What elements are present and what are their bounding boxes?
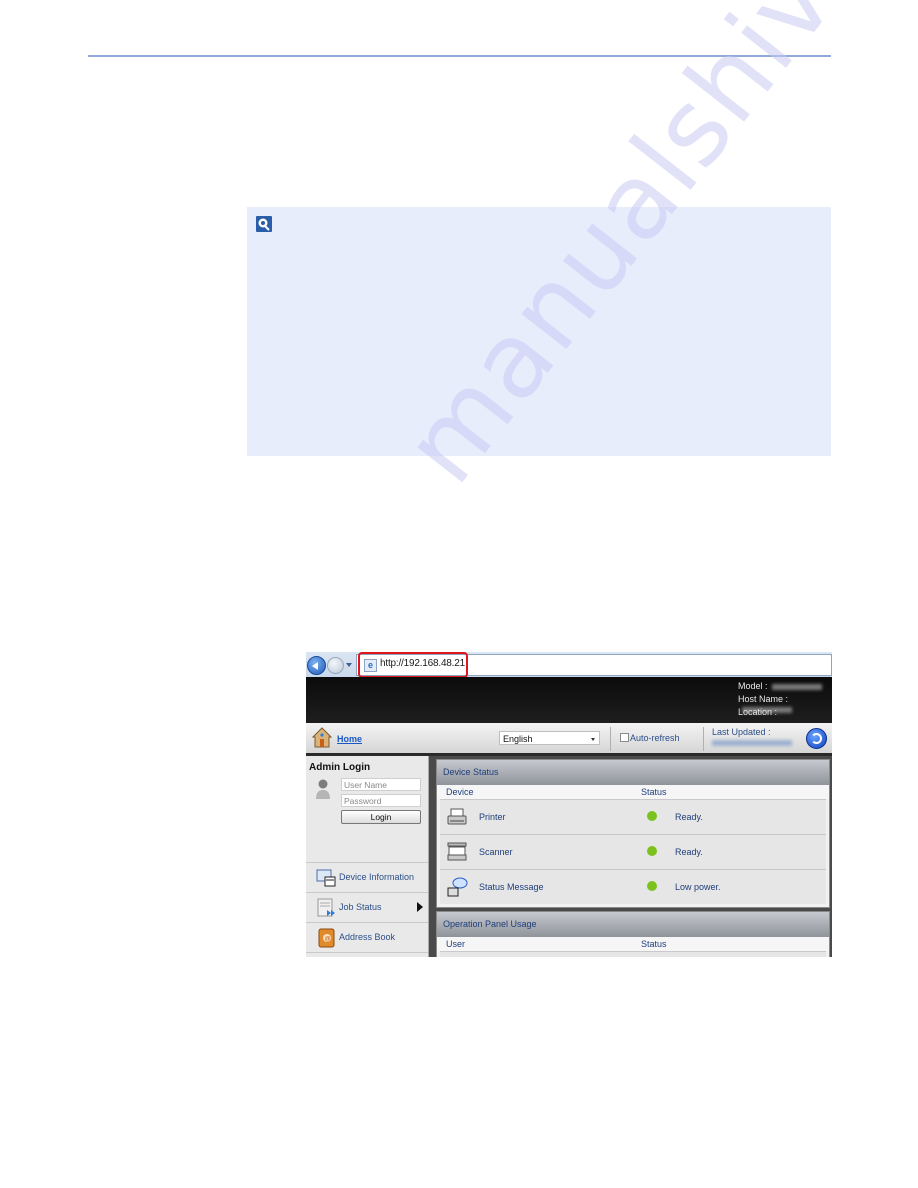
device-status: Low power.: [675, 882, 721, 892]
auto-refresh-toggle[interactable]: Auto-refresh: [620, 733, 680, 743]
host-label: Host Name :: [738, 694, 789, 704]
location-row: Location :: [738, 707, 777, 717]
last-updated-label: Last Updated :: [712, 727, 771, 737]
table-row: Printer Ready.: [440, 799, 826, 834]
chevron-down-icon: [591, 738, 595, 741]
svg-text:@: @: [325, 937, 331, 943]
device-status-panel: Device Status Device Status Printer Read…: [436, 759, 830, 908]
panel-title: Operation Panel Usage: [437, 912, 829, 937]
sidebar-item-address-book[interactable]: @ Address Book: [306, 922, 428, 952]
sidebar-item-more[interactable]: [306, 952, 428, 957]
header-rule: [88, 55, 831, 57]
note-box: [247, 207, 831, 456]
main-content: Device Status Device Status Printer Read…: [429, 756, 832, 957]
login-button[interactable]: Login: [341, 810, 421, 824]
sidebar-item-label: Address Book: [339, 932, 396, 942]
location-label: Location :: [738, 707, 778, 717]
column-header-user: User: [446, 939, 466, 949]
sidebar-item-job-status[interactable]: Job Status: [306, 892, 428, 922]
embedded-screenshot: e http://192.168.48.21 Model : Host Name…: [306, 652, 832, 957]
forward-icon[interactable]: [327, 657, 344, 674]
model-label: Model :: [738, 681, 768, 691]
note-hint-icon: [256, 216, 272, 232]
printer-icon: [447, 808, 467, 825]
operation-panel-usage-panel: Operation Panel Usage User Status: [436, 911, 830, 957]
table-row: Status Message Low power.: [440, 869, 826, 904]
device-name: Printer: [479, 812, 506, 822]
panel-spacer: [437, 904, 829, 907]
user-avatar-icon: [316, 779, 330, 799]
browser-address-bar: e http://192.168.48.21: [306, 652, 832, 678]
column-header-status: Status: [641, 787, 667, 797]
column-headers: User Status: [437, 937, 829, 951]
language-value: English: [503, 734, 533, 744]
back-icon[interactable]: [307, 656, 326, 675]
address-book-icon: @: [318, 928, 335, 948]
status-indicator: [647, 846, 657, 856]
table-row: Scanner Ready.: [440, 834, 826, 869]
table-row: [440, 951, 826, 957]
home-icon[interactable]: [312, 727, 332, 748]
auto-refresh-checkbox[interactable]: [620, 733, 629, 742]
sidebar-item-label: Device Information: [339, 872, 415, 882]
status-message-icon: [447, 877, 468, 897]
device-info-icon: [316, 869, 336, 887]
scanner-icon: [447, 842, 467, 861]
toolbar-divider: [703, 727, 704, 751]
sidebar-item-label: Job Status: [339, 902, 382, 912]
refresh-icon[interactable]: [806, 728, 827, 749]
admin-login-title: Admin Login: [309, 762, 371, 773]
device-name: Scanner: [479, 847, 513, 857]
url-highlight-callout: [358, 652, 468, 678]
model-row: Model :: [738, 681, 822, 691]
sidebar-item-device-information[interactable]: Device Information: [306, 862, 428, 892]
model-value-redacted: [771, 683, 822, 690]
device-header: Model : Host Name : Location :: [306, 677, 832, 723]
submenu-arrow-icon: [417, 902, 423, 912]
device-name: Status Message: [479, 882, 544, 892]
device-status: Ready.: [675, 847, 703, 857]
column-header-device: Device: [446, 787, 474, 797]
column-header-status: Status: [641, 939, 667, 949]
password-input[interactable]: Password: [341, 794, 421, 807]
status-indicator: [647, 881, 657, 891]
toolbar: Home English Auto-refresh Last Updated :: [306, 723, 832, 756]
username-input[interactable]: User Name: [341, 778, 421, 791]
status-indicator: [647, 811, 657, 821]
toolbar-divider: [610, 727, 611, 751]
job-status-icon: [317, 898, 335, 917]
sidebar: Admin Login User Name Password Login Dev…: [306, 756, 429, 957]
device-status: Ready.: [675, 812, 703, 822]
last-updated-value-redacted: [712, 740, 792, 746]
column-headers: Device Status: [437, 785, 829, 799]
history-dropdown-icon[interactable]: [346, 663, 352, 667]
language-select[interactable]: English: [499, 731, 600, 745]
home-link[interactable]: Home: [337, 734, 362, 744]
panel-title: Device Status: [437, 760, 829, 785]
auto-refresh-label: Auto-refresh: [630, 733, 680, 743]
